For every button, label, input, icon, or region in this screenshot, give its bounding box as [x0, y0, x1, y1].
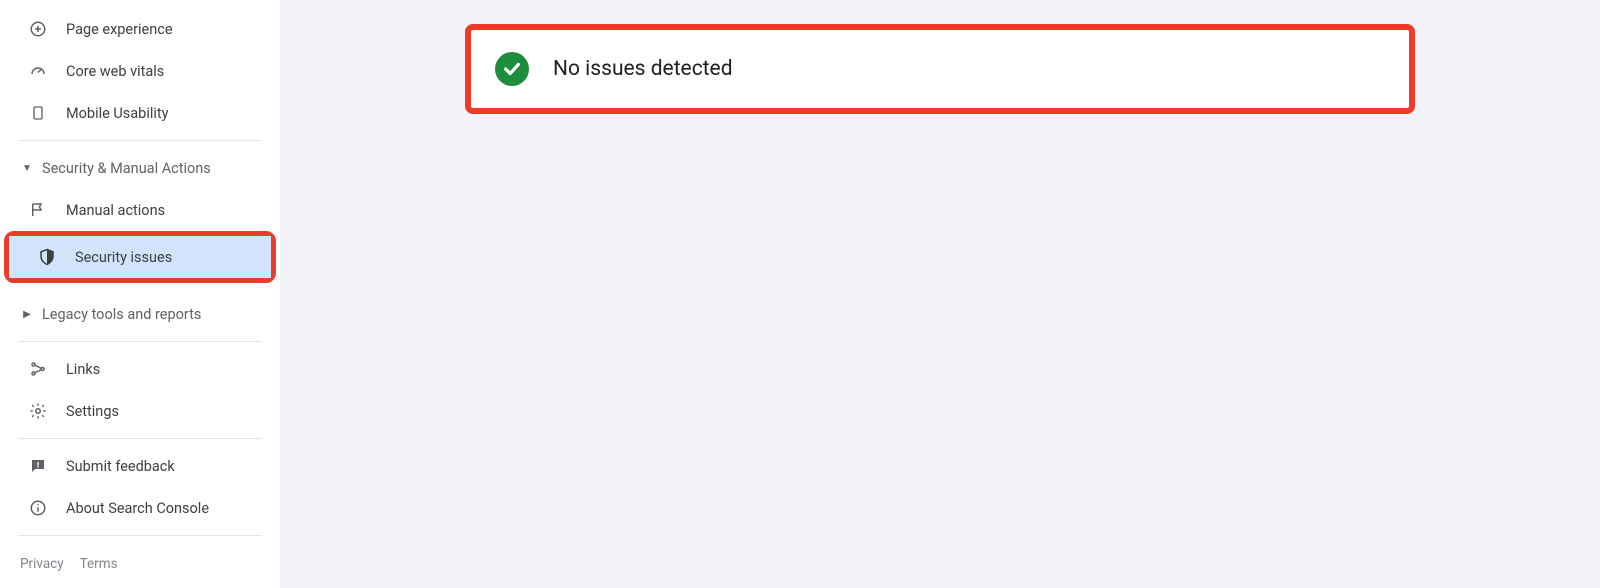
status-panel: No issues detected	[471, 30, 1409, 108]
sidebar-item-core-web-vitals[interactable]: Core web vitals	[0, 50, 280, 92]
status-message: No issues detected	[553, 57, 733, 81]
shield-icon	[37, 247, 57, 267]
sidebar-item-label: Mobile Usability	[66, 105, 169, 122]
sidebar-item-label: About Search Console	[66, 500, 209, 517]
flag-icon	[28, 200, 48, 220]
info-icon	[28, 498, 48, 518]
sidebar-item-manual-actions[interactable]: Manual actions	[0, 189, 280, 231]
sidebar-item-label: Page experience	[66, 21, 173, 38]
sidebar-item-label: Manual actions	[66, 202, 165, 219]
footer-privacy-link[interactable]: Privacy	[20, 556, 64, 572]
divider	[18, 140, 262, 141]
sidebar-item-label: Security issues	[75, 249, 172, 266]
checkmark-success-icon	[495, 52, 529, 86]
footer-links: Privacy Terms	[0, 542, 280, 582]
sidebar-item-label: Links	[66, 361, 100, 378]
chevron-right-icon: ▶	[22, 309, 32, 320]
section-header-label: Legacy tools and reports	[42, 306, 201, 323]
chevron-down-icon: ▼	[22, 163, 32, 174]
section-header-security[interactable]: ▼ Security & Manual Actions	[0, 147, 280, 189]
sidebar-item-settings[interactable]: Settings	[0, 390, 280, 432]
sidebar-item-links[interactable]: Links	[0, 348, 280, 390]
sidebar-item-about[interactable]: About Search Console	[0, 487, 280, 529]
divider	[18, 438, 262, 439]
sidebar-item-page-experience[interactable]: Page experience	[0, 8, 280, 50]
sidebar-item-label: Submit feedback	[66, 458, 175, 475]
divider	[18, 341, 262, 342]
section-header-legacy[interactable]: ▶ Legacy tools and reports	[0, 293, 280, 335]
gear-icon	[28, 401, 48, 421]
main-content: No issues detected	[280, 0, 1600, 588]
footer-terms-link[interactable]: Terms	[80, 556, 118, 572]
sidebar-item-security-issues[interactable]: Security issues	[9, 236, 271, 278]
feedback-icon	[28, 456, 48, 476]
sidebar-item-label: Core web vitals	[66, 63, 164, 80]
gauge-plus-icon	[28, 19, 48, 39]
links-icon	[28, 359, 48, 379]
sidebar-item-label: Settings	[66, 403, 119, 420]
speedometer-icon	[28, 61, 48, 81]
mobile-icon	[28, 103, 48, 123]
sidebar-item-mobile-usability[interactable]: Mobile Usability	[0, 92, 280, 134]
sidebar: Page experience Core web vitals Mobile U…	[0, 0, 280, 588]
sidebar-item-submit-feedback[interactable]: Submit feedback	[0, 445, 280, 487]
section-header-label: Security & Manual Actions	[42, 160, 211, 177]
highlight-annotation-sidebar: Security issues	[4, 231, 276, 283]
divider	[18, 535, 262, 536]
highlight-annotation-main: No issues detected	[465, 24, 1415, 114]
